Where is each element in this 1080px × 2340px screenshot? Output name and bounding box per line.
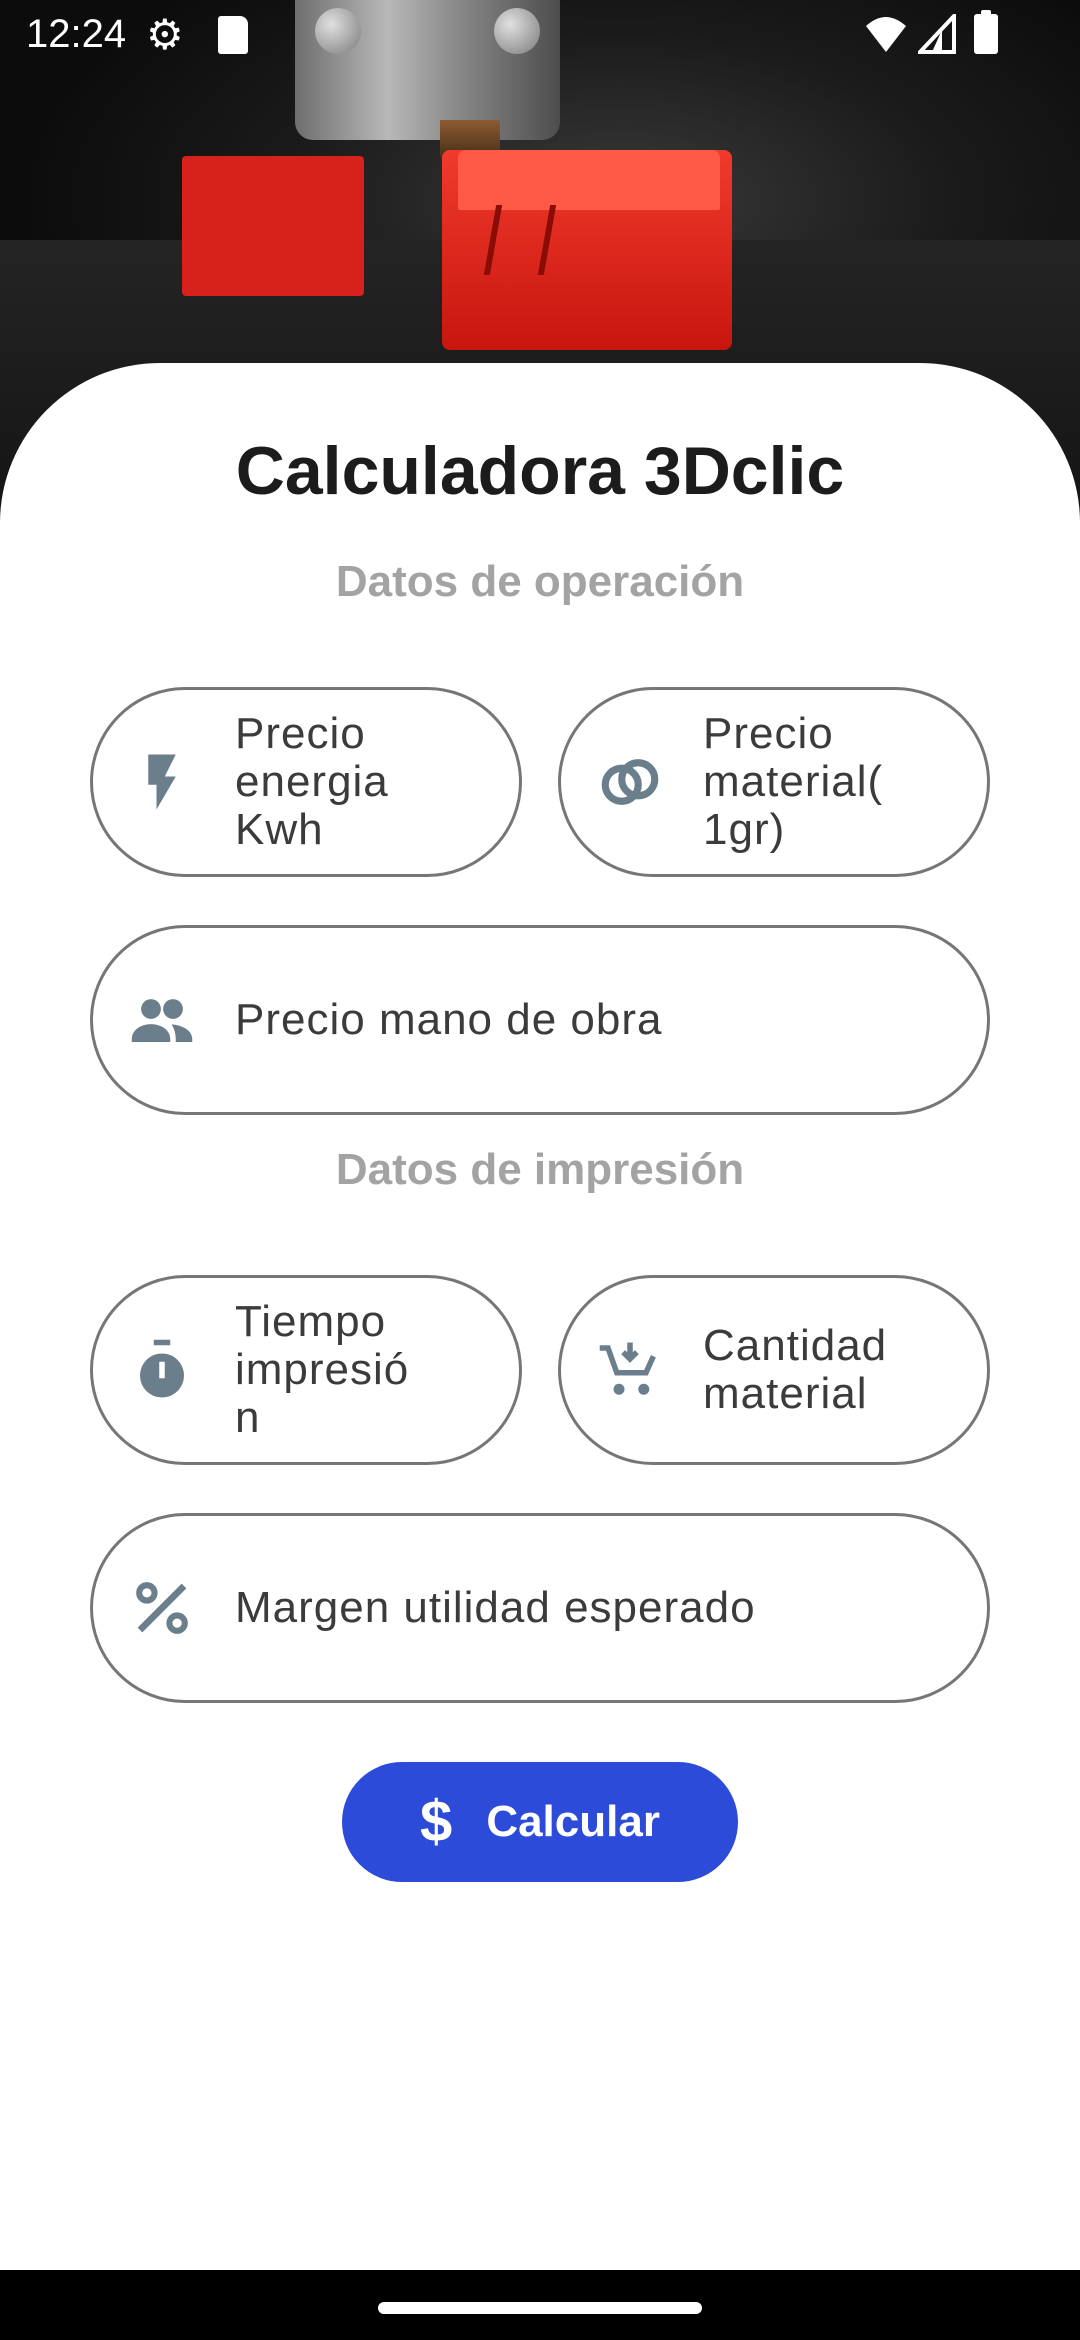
status-time: 12:24	[26, 12, 127, 56]
wifi-icon	[866, 17, 906, 52]
home-gesture-handle[interactable]	[378, 2302, 702, 2314]
printed-cube-top	[458, 150, 720, 210]
percent-icon	[129, 1575, 195, 1641]
settings-gear-icon: ⚙	[146, 11, 184, 58]
material-price-field[interactable]: Precio material( 1gr)	[558, 687, 990, 877]
red-printer-part	[182, 156, 364, 296]
labor-price-field[interactable]: Precio mano de obra	[90, 925, 990, 1115]
cart-icon	[597, 1337, 663, 1403]
people-icon	[129, 987, 195, 1053]
bolt-icon	[129, 749, 195, 815]
status-bar: 12:24 ⚙	[0, 0, 1080, 72]
page-title: Calculadora 3Dclic	[235, 433, 845, 509]
profit-margin-label: Margen utilidad esperado	[235, 1583, 756, 1632]
section-heading-printing: Datos de impresión	[335, 1145, 745, 1194]
print-time-field[interactable]: Tiempo impresió n	[90, 1275, 522, 1465]
energy-price-field[interactable]: Precio energia Kwh	[90, 687, 522, 877]
signal-icon	[918, 14, 956, 54]
material-price-label: Precio material( 1gr)	[703, 709, 884, 854]
battery-icon	[974, 10, 998, 54]
material-quantity-label: Cantidad material	[703, 1321, 888, 1418]
dollar-icon: $	[420, 1789, 453, 1854]
section-heading-operation: Datos de operación	[335, 557, 745, 606]
sd-card-icon	[218, 16, 248, 54]
print-time-label: Tiempo impresió n	[235, 1297, 410, 1442]
calculate-button[interactable]: $ Calcular	[342, 1762, 738, 1882]
labor-price-label: Precio mano de obra	[235, 995, 663, 1044]
material-quantity-field[interactable]: Cantidad material	[558, 1275, 990, 1465]
calculate-button-label: Calcular	[486, 1797, 660, 1846]
timer-icon	[129, 1337, 195, 1403]
profit-margin-field[interactable]: Margen utilidad esperado	[90, 1513, 990, 1703]
energy-price-label: Precio energia Kwh	[235, 709, 389, 854]
filament-rings-icon	[597, 749, 663, 815]
cube-marking	[483, 205, 557, 275]
system-nav-bar	[0, 2270, 1080, 2340]
